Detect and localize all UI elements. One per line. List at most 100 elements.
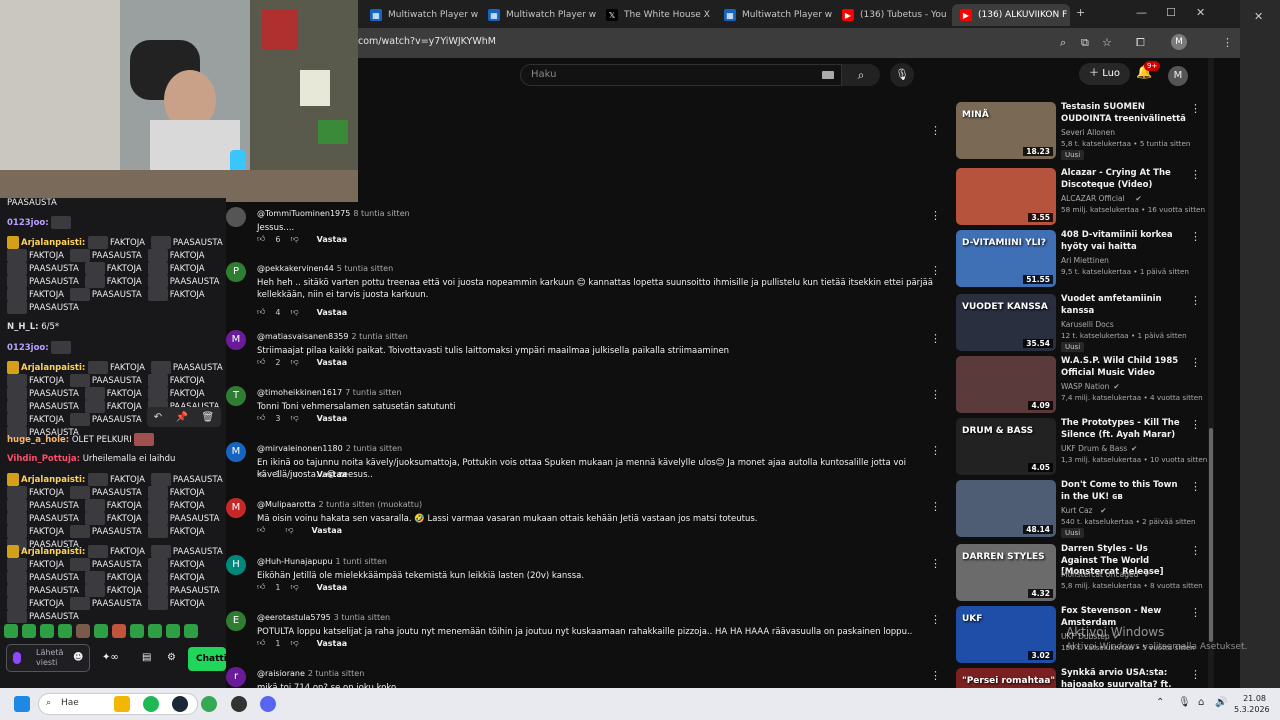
- tab-youtube-active[interactable]: ▶ (136) ALKUVIIKON F ✕: [952, 4, 1070, 26]
- tray-chevron-icon[interactable]: ⌃: [1156, 697, 1164, 708]
- video-channel[interactable]: Monstercat Uncaged: [1061, 570, 1138, 579]
- tab-multiwatch-3[interactable]: ▦ Multiwatch Player w ✕: [716, 4, 834, 26]
- reply-button[interactable]: Vastaa: [312, 526, 343, 535]
- more-options-icon[interactable]: ⋮: [930, 388, 941, 401]
- reply-button[interactable]: Vastaa: [317, 358, 348, 367]
- chat-username[interactable]: 0123joo:: [7, 218, 49, 228]
- tab-x[interactable]: 𝕏 The White House X ✕: [598, 4, 716, 26]
- store-icon[interactable]: ▤: [142, 652, 151, 663]
- comment-author[interactable]: @TommiTuominen1975: [257, 209, 350, 218]
- more-options-icon[interactable]: ⋮: [930, 557, 941, 570]
- voice-search-button[interactable]: 🎙: [890, 63, 914, 87]
- emote-icon[interactable]: [4, 624, 18, 638]
- related-video[interactable]: VUODET KANSSA 35.54 Vuodet amfetamiinin ka…: [954, 294, 1210, 354]
- search-input[interactable]: Haku: [520, 64, 842, 86]
- more-options-icon[interactable]: ⋮: [930, 500, 941, 513]
- maximize-icon[interactable]: ☐: [1166, 6, 1176, 19]
- thumbs-down-icon[interactable]: 👎︎: [285, 525, 293, 535]
- network-icon[interactable]: 🎙: [1178, 697, 1191, 708]
- related-video[interactable]: 4.09 W.A.S.P. Wild Child 1985 Official Mu…: [954, 356, 1210, 416]
- video-title[interactable]: Testasin SUOMEN OUDOINTA treenivälinettä: [1061, 102, 1187, 125]
- related-video[interactable]: D-VITAMIINI YLI? 51.55 408 D-vitamiinii ko…: [954, 230, 1210, 290]
- chat-username[interactable]: N_H_L:: [7, 322, 39, 332]
- thumbs-down-icon[interactable]: 👎︎: [290, 638, 298, 648]
- video-title[interactable]: The Prototypes - Kill The Silence (ft. A…: [1061, 418, 1187, 441]
- reply-button[interactable]: Vastaa: [317, 583, 348, 592]
- reply-button[interactable]: Vastaa: [317, 470, 348, 479]
- comment-author[interactable]: @timoheikkinen1617: [257, 388, 342, 397]
- emote-icon[interactable]: [40, 624, 54, 638]
- emote-icon[interactable]: [130, 624, 144, 638]
- reply-button[interactable]: Vastaa: [317, 235, 348, 244]
- related-video[interactable]: DARREN STYLES 4.32 Darren Styles - Us Agai…: [954, 544, 1210, 604]
- emote-icon[interactable]: [166, 624, 180, 638]
- window-close-icon[interactable]: ✕: [1196, 6, 1205, 19]
- volume-icon[interactable]: 🔊: [1215, 697, 1227, 708]
- discord-icon[interactable]: [260, 696, 276, 712]
- more-options-icon[interactable]: ⋮: [1190, 168, 1201, 181]
- create-button[interactable]: ＋ Luo: [1079, 63, 1131, 85]
- extensions-icon[interactable]: ⧠: [1136, 36, 1145, 50]
- more-options-icon[interactable]: ⋮: [930, 124, 941, 137]
- related-video[interactable]: MINÄ 18.23 Testasin SUOMEN OUDOINTA treeni…: [954, 102, 1210, 162]
- video-title[interactable]: Synkkä arvio USA:sta: hajoaako suurvalta…: [1061, 668, 1187, 688]
- video-thumbnail[interactable]: 3.55: [956, 168, 1056, 225]
- thumbs-up-icon[interactable]: 👍︎: [257, 234, 265, 244]
- avatar[interactable]: M: [226, 442, 246, 462]
- chrome-icon[interactable]: [201, 696, 217, 712]
- avatar[interactable]: M: [226, 330, 246, 350]
- thumbs-down-icon[interactable]: 👎︎: [290, 469, 298, 479]
- profile-avatar[interactable]: M: [1171, 34, 1187, 50]
- thumbs-down-icon[interactable]: 👎︎: [290, 234, 298, 244]
- thumbs-down-icon[interactable]: 👎︎: [290, 413, 298, 423]
- more-options-icon[interactable]: ⋮: [930, 209, 941, 222]
- more-options-icon[interactable]: ⋮: [930, 444, 941, 457]
- chat-username[interactable]: Vihdin_Pottuja:: [7, 454, 80, 464]
- chat-username[interactable]: 0123joo:: [7, 343, 49, 353]
- comment-author[interactable]: @matiasvaisanen8359: [257, 332, 348, 341]
- comment-author[interactable]: @mirvaleinonen1180: [257, 444, 343, 453]
- side-close-icon[interactable]: ✕: [1254, 10, 1263, 23]
- comment-author[interactable]: @Huh-Hunajapupu: [257, 557, 333, 566]
- comment-author[interactable]: @pekkakervinen44: [257, 264, 334, 273]
- avatar[interactable]: M: [1168, 66, 1188, 86]
- video-channel[interactable]: Ari Miettinen: [1061, 256, 1109, 265]
- chat-username[interactable]: huge_a_hole:: [7, 435, 69, 445]
- mic-icon[interactable]: [13, 652, 21, 664]
- bits-icon[interactable]: ✦∞: [102, 652, 119, 663]
- more-options-icon[interactable]: ⋮: [1190, 230, 1201, 243]
- video-channel[interactable]: UKF Drum & Bass: [1061, 444, 1127, 453]
- video-title[interactable]: Alcazar - Crying At The Discoteque (Vide…: [1061, 168, 1187, 191]
- video-thumbnail[interactable]: VUODET KANSSA 35.54: [956, 294, 1056, 351]
- reply-icon[interactable]: ↶: [154, 412, 162, 423]
- file-explorer-icon[interactable]: [114, 696, 130, 712]
- thumbs-down-icon[interactable]: 👎︎: [290, 582, 298, 592]
- video-channel[interactable]: Kurt Caz: [1061, 506, 1092, 515]
- thumbs-up-icon[interactable]: 👍︎: [257, 307, 265, 317]
- thumbs-down-icon[interactable]: 👎︎: [290, 307, 298, 317]
- tab-multiwatch-2[interactable]: ▦ Multiwatch Player w ✕: [480, 4, 598, 26]
- zoom-icon[interactable]: ⌕: [1060, 36, 1066, 50]
- system-clock[interactable]: 21.08 5.3.2026: [1234, 693, 1270, 715]
- emote-icon[interactable]: [184, 624, 198, 638]
- video-channel[interactable]: ALCAZAR Official: [1061, 194, 1125, 203]
- video-thumbnail[interactable]: "Persei romahtaa": [956, 668, 1056, 688]
- more-options-icon[interactable]: ⋮: [930, 264, 941, 277]
- video-title[interactable]: W.A.S.P. Wild Child 1985 Official Music …: [1061, 356, 1187, 379]
- video-title[interactable]: Don't Come to this Town in the UK! ɢʙ: [1061, 480, 1187, 503]
- reply-button[interactable]: Vastaa: [317, 639, 348, 648]
- related-video[interactable]: DRUM & BASS 4.05 The Prototypes - Kill The…: [954, 418, 1210, 478]
- chat-send-button[interactable]: Chatti: [188, 647, 226, 671]
- avatar[interactable]: M: [226, 498, 246, 518]
- more-options-icon[interactable]: ⋮: [930, 669, 941, 682]
- more-options-icon[interactable]: ⋮: [1190, 294, 1201, 307]
- wifi-icon[interactable]: ⌂: [1198, 697, 1204, 708]
- emote-icon[interactable]: [58, 624, 72, 638]
- more-options-icon[interactable]: ⋮: [1190, 544, 1201, 557]
- more-options-icon[interactable]: ⋮: [1190, 668, 1201, 681]
- windows-start-icon[interactable]: [14, 696, 30, 712]
- chat-input[interactable]: Lähetä viesti ☻: [6, 644, 90, 672]
- video-thumbnail[interactable]: MINÄ 18.23: [956, 102, 1056, 159]
- related-video[interactable]: "Persei romahtaa" Synkkä arvio USA:sta: h…: [954, 668, 1210, 688]
- chat-username[interactable]: Arjalanpaisti:: [21, 547, 85, 557]
